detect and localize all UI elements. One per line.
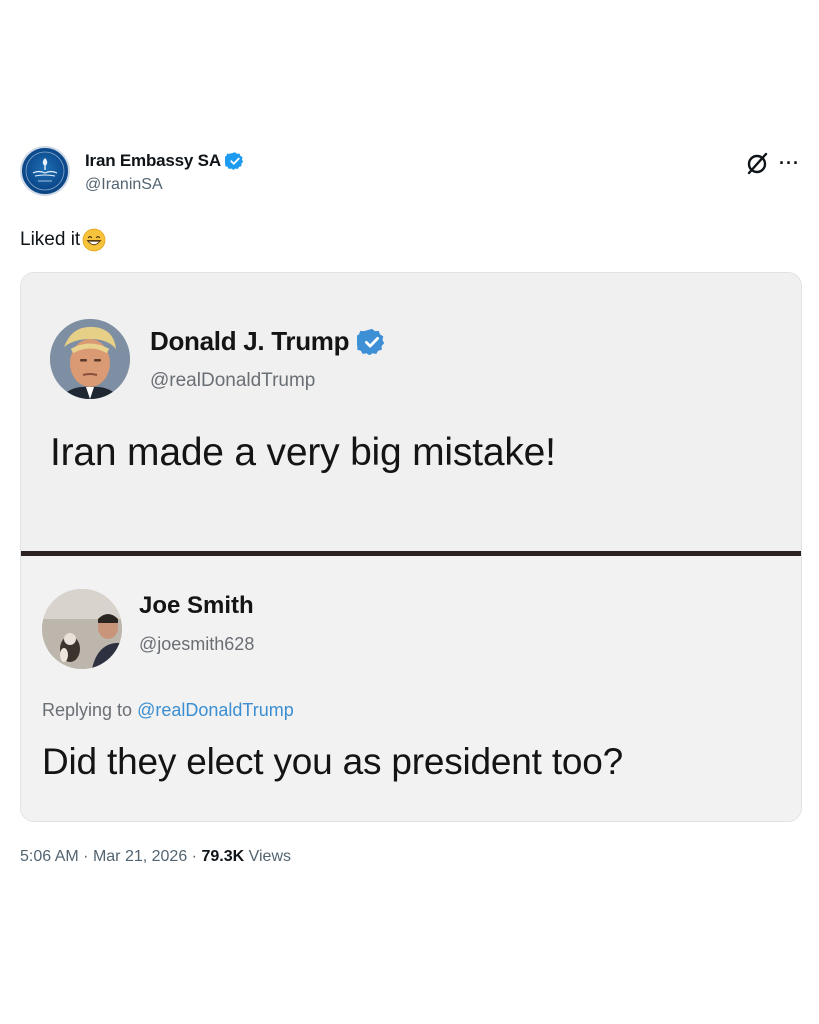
more-options-icon[interactable]: ···	[779, 150, 800, 176]
portrait-image	[50, 319, 130, 399]
grok-icon[interactable]	[745, 150, 771, 176]
trump-avatar	[50, 319, 130, 399]
verified-badge-icon	[357, 328, 385, 355]
replying-mention: @realDonaldTrump	[137, 700, 294, 720]
author-handle[interactable]: @IraninSA	[85, 176, 163, 194]
trump-tweet-text: Iran made a very big mistake!	[50, 431, 556, 474]
quoted-tweet-top: Donald J. Trump @realDonaldTrump Iran ma…	[21, 273, 801, 551]
grinning-face-emoji	[82, 228, 106, 252]
joe-smith-handle: @joesmith628	[139, 634, 255, 654]
post-time[interactable]: 5:06 AM	[20, 848, 79, 865]
trump-name: Donald J. Trump	[150, 326, 350, 356]
joe-smith-name: Joe Smith	[139, 592, 254, 619]
header-actions: ···	[745, 150, 800, 176]
author-name-line: Iran Embassy SA	[85, 149, 245, 173]
replying-prefix: Replying to	[42, 700, 133, 720]
embassy-emblem-icon	[25, 151, 65, 191]
portrait-image	[42, 589, 122, 669]
joe-smith-avatar	[42, 589, 122, 669]
trump-handle: @realDonaldTrump	[150, 370, 316, 391]
meta-separator: ·	[83, 848, 89, 865]
replying-to-line: Replying to @realDonaldTrump	[42, 700, 294, 721]
author-avatar[interactable]	[20, 146, 70, 196]
joe-smith-reply-text: Did they elect you as president too?	[42, 741, 624, 782]
embedded-screenshot-card[interactable]: Donald J. Trump @realDonaldTrump Iran ma…	[20, 272, 802, 822]
post-text-content: Liked it	[20, 229, 81, 250]
post-meta: 5:06 AM · Mar 21, 2026 · 79.3K Views	[20, 848, 291, 866]
post-header: Iran Embassy SA @IraninSA ···	[20, 146, 800, 198]
meta-separator: ·	[191, 848, 197, 865]
trump-name-line: Donald J. Trump	[150, 326, 387, 357]
views-count: 79.3K	[201, 848, 245, 865]
quoted-reply-bottom: Joe Smith @joesmith628 Replying to @real…	[21, 556, 801, 821]
verified-badge-icon	[224, 152, 243, 170]
author-name[interactable]: Iran Embassy SA	[85, 151, 221, 171]
post-page: Iran Embassy SA @IraninSA ··· Liked it D…	[0, 0, 819, 1024]
post-date[interactable]: Mar 21, 2026	[93, 848, 187, 865]
views-label: Views	[248, 848, 291, 865]
post-text: Liked it	[20, 228, 106, 252]
